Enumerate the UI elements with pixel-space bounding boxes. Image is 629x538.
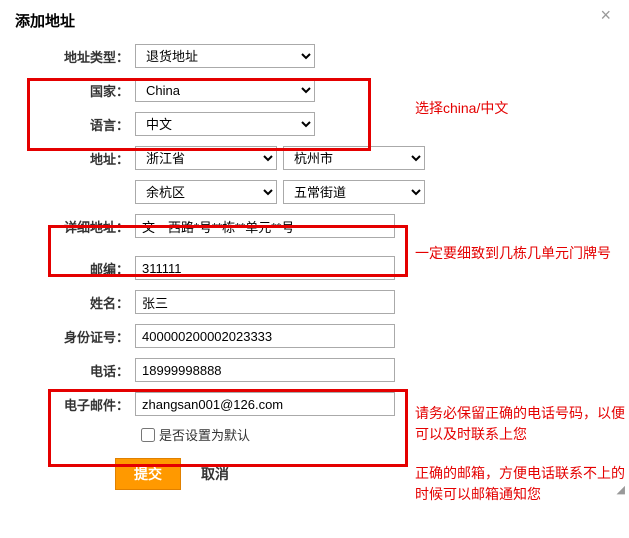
label-name: 姓名： <box>15 293 135 312</box>
select-province[interactable]: 浙江省 <box>135 146 277 170</box>
label-id-number: 身份证号： <box>15 327 135 346</box>
label-detail-address: 详细地址： <box>15 217 135 236</box>
input-detail-address[interactable] <box>135 214 395 238</box>
cancel-button[interactable]: 取消 <box>201 464 229 484</box>
submit-button[interactable]: 提交 <box>115 458 181 490</box>
close-icon[interactable]: × <box>600 6 611 24</box>
label-phone: 电话： <box>15 361 135 380</box>
hint-phone: 请务必保留正确的电话号码，以便可以及时联系上您 <box>415 403 625 445</box>
select-district[interactable]: 余杭区 <box>135 180 277 204</box>
input-email[interactable] <box>135 392 395 416</box>
label-address-type: 地址类型： <box>15 47 135 66</box>
checkbox-set-default[interactable] <box>141 428 155 442</box>
dialog-title: 添加地址 <box>15 10 614 31</box>
hint-detail-address: 一定要细致到几栋几单元门牌号 <box>415 243 625 264</box>
input-postcode[interactable] <box>135 256 395 280</box>
input-id-number[interactable] <box>135 324 395 348</box>
input-phone[interactable] <box>135 358 395 382</box>
resize-handle-icon: ◢ <box>617 483 625 496</box>
label-language: 语言： <box>15 115 135 134</box>
label-country: 国家： <box>15 81 135 100</box>
label-email: 电子邮件： <box>15 395 135 414</box>
input-name[interactable] <box>135 290 395 314</box>
select-city[interactable]: 杭州市 <box>283 146 425 170</box>
select-language[interactable]: 中文 <box>135 112 315 136</box>
select-country[interactable]: China <box>135 78 315 102</box>
select-address-type[interactable]: 退货地址 <box>135 44 315 68</box>
label-postcode: 邮编： <box>15 259 135 278</box>
checkbox-set-default-label: 是否设置为默认 <box>159 425 250 444</box>
hint-country-language: 选择china/中文 <box>415 98 625 119</box>
hint-email: 正确的邮箱，方便电话联系不上的时候可以邮箱通知您 <box>415 463 625 505</box>
label-address: 地址： <box>15 149 135 168</box>
select-street[interactable]: 五常街道 <box>283 180 425 204</box>
